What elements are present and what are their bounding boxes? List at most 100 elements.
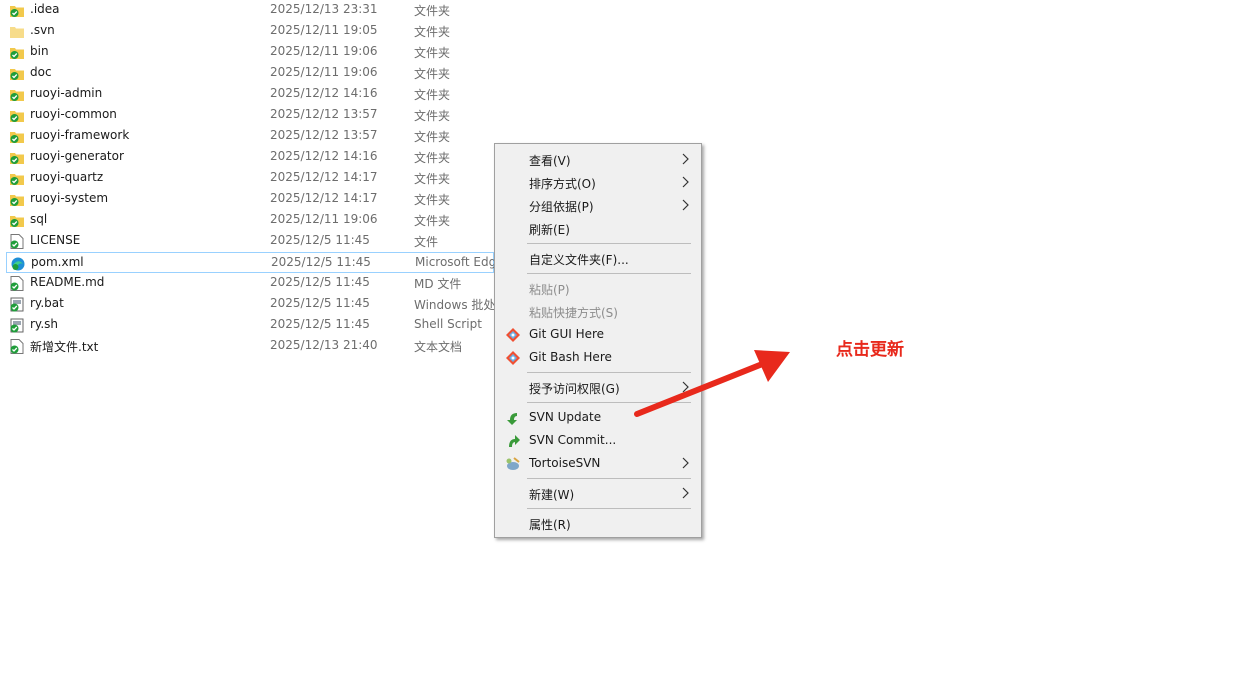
file-svn-ok-icon [10, 339, 24, 354]
file-svn-ok-icon [10, 276, 24, 291]
file-name: LICENSE [30, 233, 81, 247]
file-name: ruoyi-quartz [30, 170, 104, 184]
file-date: 2025/12/12 14:17 [270, 170, 378, 184]
file-name: bin [30, 44, 49, 58]
chevron-right-icon [682, 487, 689, 499]
folder-svn-ok-icon [10, 192, 24, 207]
chevron-right-icon [682, 199, 689, 211]
folder-svn-ok-icon [10, 3, 24, 18]
menu-item-grant-access-label: 授予访问权限(G) [529, 382, 620, 396]
menu-item-git-bash[interactable]: Git Bash Here [497, 347, 699, 369]
menu-item-svn-commit[interactable]: SVN Commit... [497, 430, 699, 452]
file-name: ruoyi-generator [30, 149, 124, 163]
file-row[interactable]: bin 2025/12/11 19:06 文件夹 [6, 42, 494, 63]
file-date: 2025/12/12 14:16 [270, 86, 378, 100]
menu-item-svn-commit-label: SVN Commit... [529, 433, 617, 447]
edge-file-icon [11, 256, 25, 271]
menu-item-grant-access[interactable]: 授予访问权限(G) [497, 377, 699, 399]
file-date: 2025/12/12 13:57 [270, 107, 378, 121]
menu-separator [527, 402, 691, 403]
menu-item-paste[interactable]: 粘贴(P) [497, 278, 699, 300]
menu-item-paste-shortcut[interactable]: 粘贴快捷方式(S) [497, 301, 699, 323]
file-type: 文件夹 [414, 130, 451, 144]
file-row[interactable]: .svn 2025/12/11 19:05 文件夹 [6, 21, 494, 42]
file-row[interactable]: .idea 2025/12/13 23:31 文件夹 [6, 0, 494, 21]
file-date: 2025/12/11 19:06 [270, 65, 378, 79]
menu-separator [527, 243, 691, 244]
file-date: 2025/12/11 19:05 [270, 23, 378, 37]
file-type: 文件夹 [414, 46, 451, 60]
file-row[interactable]: sql 2025/12/11 19:06 文件夹 [6, 210, 494, 231]
folder-svn-ok-icon [10, 171, 24, 186]
file-date: 2025/12/5 11:45 [270, 233, 370, 247]
menu-separator [527, 478, 691, 479]
file-type: Shell Script [414, 317, 482, 331]
file-name: .svn [30, 23, 55, 37]
file-date: 2025/12/13 23:31 [270, 2, 378, 16]
menu-item-customize-label: 自定义文件夹(F)... [529, 253, 629, 267]
menu-separator [527, 372, 691, 373]
menu-item-refresh[interactable]: 刷新(E) [497, 218, 699, 240]
file-type: Windows 批处理 [414, 298, 496, 312]
file-type: 文本文档 [414, 340, 463, 354]
file-date: 2025/12/11 19:06 [270, 44, 378, 58]
menu-item-svn-update[interactable]: SVN Update [497, 407, 699, 429]
file-date: 2025/12/5 11:45 [270, 296, 370, 310]
file-row[interactable]: README.md 2025/12/5 11:45 MD 文件 [6, 273, 494, 294]
file-row[interactable]: 新增文件.txt 2025/12/13 21:40 文本文档 [6, 336, 494, 357]
file-type: Microsoft Edge [415, 255, 497, 269]
file-date: 2025/12/5 11:45 [271, 255, 371, 269]
menu-item-group[interactable]: 分组依据(P) [497, 195, 699, 217]
script-svn-ok-icon [10, 297, 24, 312]
file-row[interactable]: ry.sh 2025/12/5 11:45 Shell Script [6, 315, 494, 336]
context-menu: 查看(V) 排序方式(O) 分组依据(P) 刷新(E) 自定义文件夹(F)...… [494, 143, 702, 538]
menu-item-git-gui-label: Git GUI Here [529, 327, 605, 341]
menu-item-paste-shortcut-label: 粘贴快捷方式(S) [529, 306, 618, 320]
file-row[interactable]: ry.bat 2025/12/5 11:45 Windows 批处理 [6, 294, 496, 315]
file-row[interactable]: ruoyi-framework 2025/12/12 13:57 文件夹 [6, 126, 494, 147]
file-name: ruoyi-common [30, 107, 117, 121]
menu-item-tortoisesvn-label: TortoiseSVN [529, 456, 601, 470]
file-type: 文件夹 [414, 151, 451, 165]
file-type: 文件夹 [414, 109, 451, 123]
file-date: 2025/12/11 19:06 [270, 212, 378, 226]
file-row[interactable]: ruoyi-quartz 2025/12/12 14:17 文件夹 [6, 168, 494, 189]
file-name: ry.bat [30, 296, 64, 310]
chevron-right-icon [682, 153, 689, 165]
menu-item-properties[interactable]: 属性(R) [497, 513, 699, 535]
menu-item-view-label: 查看(V) [529, 154, 571, 168]
file-row[interactable]: pom.xml 2025/12/5 11:45 Microsoft Edge [6, 252, 497, 273]
menu-item-tortoisesvn[interactable]: TortoiseSVN [497, 453, 699, 475]
file-type: 文件夹 [414, 214, 451, 228]
file-type: 文件夹 [414, 193, 451, 207]
file-type: 文件夹 [414, 172, 451, 186]
svn-commit-icon [509, 435, 520, 447]
menu-item-view[interactable]: 查看(V) [497, 149, 699, 171]
chevron-right-icon [682, 381, 689, 393]
file-row[interactable]: LICENSE 2025/12/5 11:45 文件 [6, 231, 494, 252]
menu-item-paste-label: 粘贴(P) [529, 283, 570, 297]
file-row[interactable]: ruoyi-admin 2025/12/12 14:16 文件夹 [6, 84, 494, 105]
menu-item-refresh-label: 刷新(E) [529, 223, 570, 237]
file-row[interactable]: ruoyi-system 2025/12/12 14:17 文件夹 [6, 189, 494, 210]
file-date: 2025/12/12 14:17 [270, 191, 378, 205]
file-row[interactable]: ruoyi-common 2025/12/12 13:57 文件夹 [6, 105, 494, 126]
file-type: 文件夹 [414, 4, 451, 18]
menu-item-new[interactable]: 新建(W) [497, 483, 699, 505]
file-row[interactable]: ruoyi-generator 2025/12/12 14:16 文件夹 [6, 147, 494, 168]
menu-item-svn-update-label: SVN Update [529, 410, 602, 424]
folder-svn-ok-icon [10, 213, 24, 228]
menu-item-sort[interactable]: 排序方式(O) [497, 172, 699, 194]
menu-item-customize[interactable]: 自定义文件夹(F)... [497, 248, 699, 270]
menu-separator [527, 273, 691, 274]
menu-item-git-bash-label: Git Bash Here [529, 350, 612, 364]
file-row[interactable]: doc 2025/12/11 19:06 文件夹 [6, 63, 494, 84]
script-svn-ok-icon [10, 318, 24, 333]
git-gui-icon [506, 328, 520, 342]
menu-item-git-gui[interactable]: Git GUI Here [497, 324, 699, 346]
folder-svn-ok-icon [10, 45, 24, 60]
file-type: 文件夹 [414, 88, 451, 102]
folder-svn-ok-icon [10, 129, 24, 144]
folder-svn-ok-icon [10, 87, 24, 102]
menu-separator [527, 508, 691, 509]
